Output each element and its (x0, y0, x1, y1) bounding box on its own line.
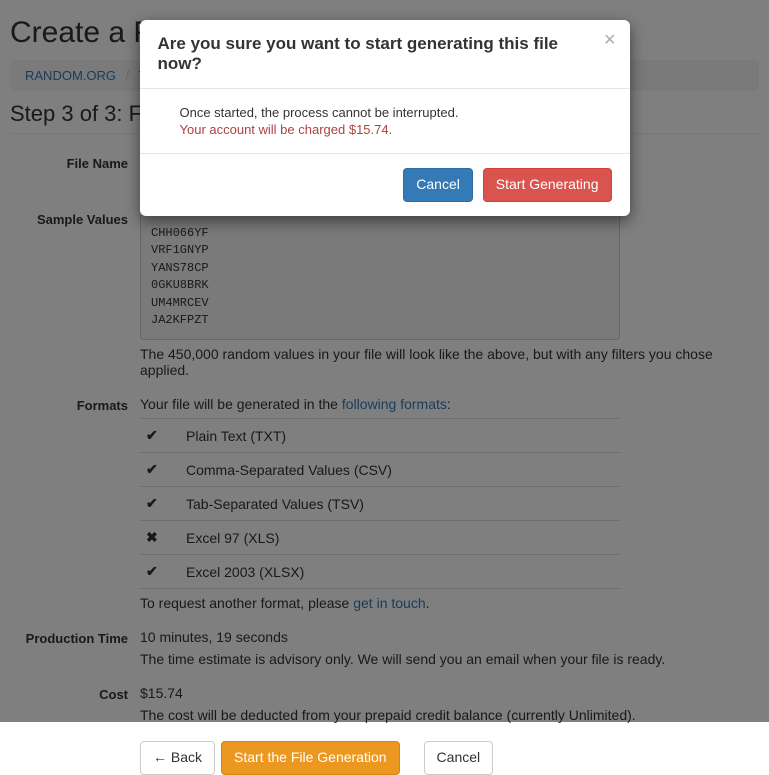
back-button[interactable]: ← Back (140, 741, 215, 775)
modal-header: Are you sure you want to start generatin… (140, 20, 630, 89)
modal-title: Are you sure you want to start generatin… (158, 34, 612, 74)
confirm-modal: Are you sure you want to start generatin… (140, 20, 630, 216)
button-row: ← Back Start the File Generation Cancel (140, 741, 759, 775)
modal-confirm-button[interactable]: Start Generating (483, 168, 612, 202)
modal-footer: Cancel Start Generating (140, 153, 630, 216)
modal-body: Once started, the process cannot be inte… (140, 89, 630, 153)
cancel-page-button[interactable]: Cancel (424, 741, 494, 775)
modal-line1: Once started, the process cannot be inte… (180, 105, 612, 120)
modal-cancel-button[interactable]: Cancel (403, 168, 473, 202)
start-generation-button[interactable]: Start the File Generation (221, 741, 400, 775)
modal-charge-warning: Your account will be charged $15.74. (180, 122, 612, 137)
modal-close-button[interactable]: × (604, 30, 616, 50)
